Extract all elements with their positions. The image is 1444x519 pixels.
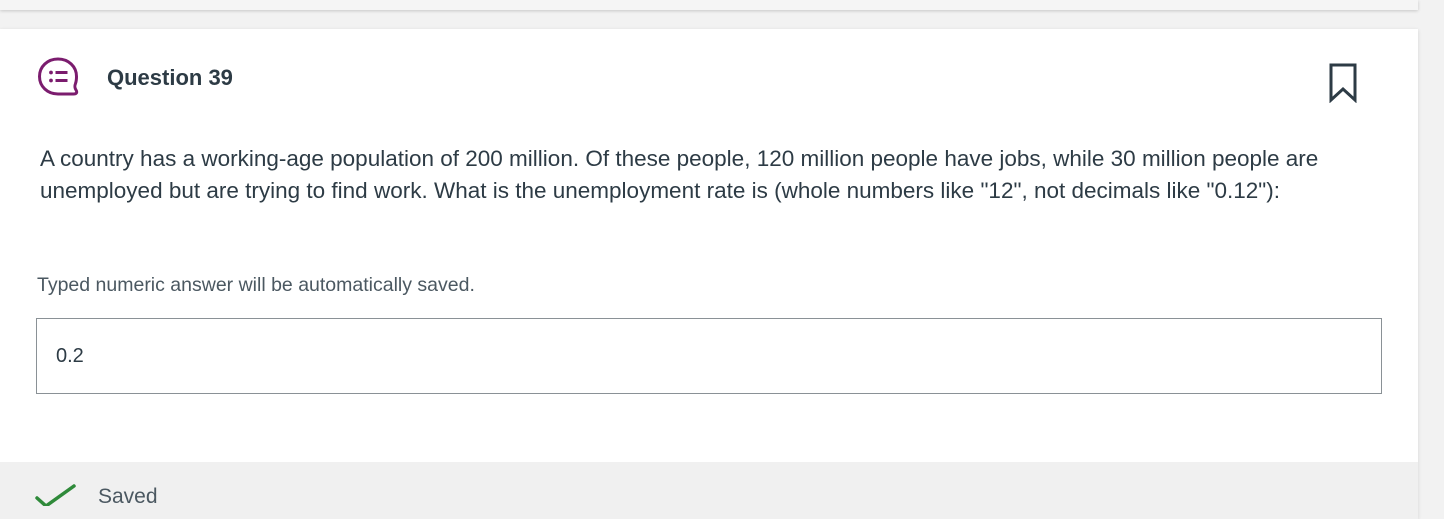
saved-status-bar: Saved [0,462,1418,519]
numeric-answer-input[interactable] [37,319,1381,393]
checkmark-icon [34,484,76,508]
bookmark-icon[interactable] [1329,63,1357,104]
question-title: Question 39 [107,65,233,90]
saved-label: Saved [98,485,158,508]
previous-question-card [0,0,1418,10]
question-card: Question 39 A country has a working-age … [0,29,1418,519]
numeric-answer-box [36,318,1382,394]
quiz-question-icon [36,55,80,99]
question-text: A country has a working-age population o… [40,146,1319,203]
autosave-hint: Typed numeric answer will be automatical… [37,274,475,296]
